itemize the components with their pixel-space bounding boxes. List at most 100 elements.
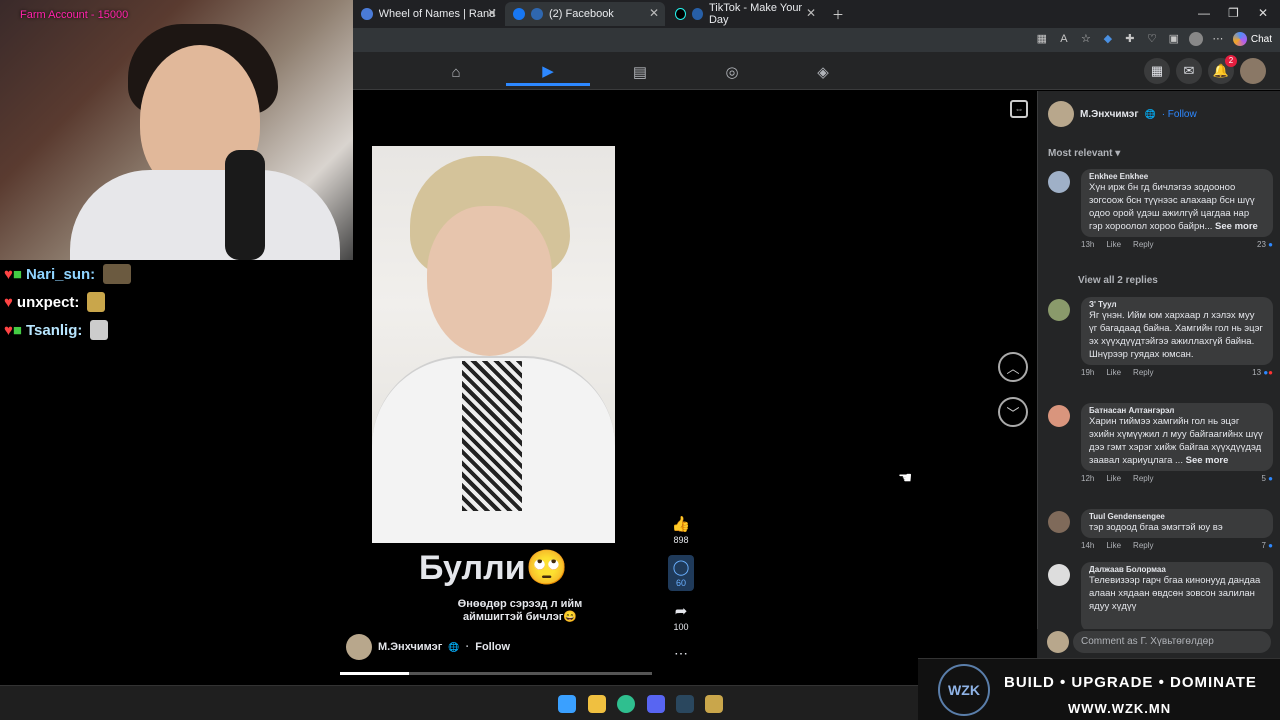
tab-tiktok[interactable]: TikTok - Make Your Day ✕ bbox=[667, 2, 822, 26]
like-reaction-icon: ● bbox=[1268, 240, 1273, 249]
steam-icon[interactable] bbox=[676, 695, 694, 713]
sub-badge-icon: ■ bbox=[12, 265, 22, 283]
commenter-name[interactable]: Tuul Gendensengee bbox=[1089, 512, 1265, 521]
reel-video[interactable] bbox=[372, 146, 615, 543]
author-avatar[interactable] bbox=[346, 634, 372, 660]
favorites-icon[interactable]: ♡ bbox=[1145, 32, 1159, 46]
sort-dropdown[interactable]: Most relevant ▾ bbox=[1048, 148, 1120, 159]
notification-badge: 2 bbox=[1225, 55, 1237, 67]
reaction-count: 23 ● bbox=[1257, 240, 1273, 249]
panel-author-name[interactable]: М.Энхчимэг bbox=[1080, 109, 1138, 120]
home-icon[interactable]: ⌂ bbox=[414, 58, 498, 86]
maximize-icon[interactable]: ❐ bbox=[1228, 6, 1239, 20]
comment-text: тэр зодоод бгаа эмэгтэй юу вэ bbox=[1089, 522, 1223, 533]
notifications-icon[interactable]: 🔔 2 bbox=[1208, 55, 1237, 84]
app-icon[interactable] bbox=[705, 695, 723, 713]
chat-username: unxpect: bbox=[16, 293, 80, 311]
like-reaction-icon: ● bbox=[1268, 474, 1273, 483]
commenter-avatar[interactable] bbox=[1048, 511, 1070, 533]
commenter-name[interactable]: Enkhee Enkhee bbox=[1089, 172, 1265, 181]
thumbs-up-icon: 👍 bbox=[671, 516, 691, 533]
close-icon[interactable]: ✕ bbox=[649, 6, 659, 20]
more-icon[interactable]: ⋯ bbox=[1211, 32, 1225, 46]
see-more-link[interactable]: See more bbox=[1186, 455, 1229, 466]
like-link[interactable]: Like bbox=[1106, 368, 1121, 377]
webcam-tab-title: Farm Account - 15000 bbox=[20, 9, 129, 21]
menu-grid-icon[interactable]: ▦ bbox=[1144, 58, 1170, 84]
panel-follow-button[interactable]: · Follow bbox=[1162, 109, 1197, 120]
comments-panel: М.Энхчимэг 🌐 · Follow Most relevant ▾ En… bbox=[1037, 91, 1280, 658]
heart-badge-icon: ♥ bbox=[4, 321, 13, 339]
copilot-chat-button[interactable]: Chat bbox=[1232, 32, 1272, 46]
more-options-icon[interactable]: ⋯ bbox=[668, 645, 694, 662]
comment-bubble: Далжаав Болормаа Телевизээр гарч бгаа ки… bbox=[1081, 562, 1273, 632]
commenter-name[interactable]: З' Туул bbox=[1089, 300, 1265, 309]
see-more-link[interactable]: See more bbox=[1215, 221, 1258, 232]
discord-icon[interactable] bbox=[647, 695, 665, 713]
commenter-name[interactable]: Батнасан Алтангэрэл bbox=[1089, 406, 1265, 415]
comment-input[interactable]: Comment as Г. Хүвьтөгөлдөр bbox=[1073, 631, 1271, 653]
reply-link[interactable]: Reply bbox=[1133, 240, 1153, 249]
new-tab-icon[interactable]: ＋ bbox=[832, 6, 844, 23]
comment: Tuul Gendensengee тэр зодоод бгаа эмэгтэ… bbox=[1048, 509, 1273, 550]
like-link[interactable]: Like bbox=[1106, 474, 1121, 483]
messenger-icon[interactable]: ✉ bbox=[1176, 58, 1202, 84]
profile-icon[interactable] bbox=[1188, 32, 1203, 46]
like-button[interactable]: 👍 898 bbox=[668, 515, 694, 545]
facebook-navbar: ⌂ ▶ ▤ ◎ ◈ ▦ ✉ 🔔 2 bbox=[353, 52, 1280, 90]
view-replies-link[interactable]: View all 2 replies bbox=[1078, 275, 1158, 286]
close-window-icon[interactable]: ✕ bbox=[1258, 6, 1268, 20]
comment-meta: 12h Like Reply 5 ● bbox=[1081, 474, 1273, 483]
facebook-icon bbox=[513, 8, 525, 20]
gaming-icon[interactable]: ◈ bbox=[781, 58, 865, 86]
account-avatar[interactable] bbox=[1240, 58, 1266, 84]
reply-link[interactable]: Reply bbox=[1133, 541, 1153, 550]
groups-icon[interactable]: ◎ bbox=[690, 58, 774, 86]
author-name[interactable]: М.Энхчимэг bbox=[378, 641, 442, 653]
previous-reel-button[interactable]: ︿ bbox=[998, 352, 1028, 382]
comment-button[interactable]: ◯ 60 bbox=[668, 555, 694, 591]
collections-icon[interactable]: ▣ bbox=[1167, 32, 1181, 46]
like-link[interactable]: Like bbox=[1106, 240, 1121, 249]
reel-caption: Булли🙄 bbox=[419, 549, 568, 587]
commenter-avatar[interactable] bbox=[1048, 171, 1070, 193]
extension-icon[interactable]: ◆ bbox=[1101, 32, 1115, 46]
tab-facebook[interactable]: (2) Facebook ✕ bbox=[505, 2, 665, 26]
commenter-avatar[interactable] bbox=[1048, 564, 1070, 586]
edge-icon[interactable] bbox=[617, 695, 635, 713]
video-icon[interactable]: ▶ bbox=[506, 58, 590, 86]
puzzle-icon[interactable]: ✚ bbox=[1123, 32, 1137, 46]
video-progress-bar[interactable] bbox=[340, 672, 652, 675]
share-button[interactable]: ➦ 100 bbox=[668, 602, 694, 632]
expand-panel-icon[interactable]: ⇔ bbox=[1010, 100, 1028, 118]
like-link[interactable]: Like bbox=[1106, 541, 1121, 550]
close-icon[interactable]: ✕ bbox=[806, 6, 816, 20]
start-icon[interactable] bbox=[558, 695, 576, 713]
grid-view-icon[interactable]: ▦ bbox=[1035, 32, 1049, 46]
comment: Далжаав Болормаа Телевизээр гарч бгаа ки… bbox=[1048, 562, 1273, 632]
tab-title: TikTok - Make Your Day bbox=[708, 2, 803, 26]
author-avatar[interactable] bbox=[1048, 101, 1074, 127]
comment-time: 19h bbox=[1081, 368, 1095, 377]
sponsor-banner: WZK BUILD • UPGRADE • DOMINATE WWW.WZK.M… bbox=[918, 658, 1280, 720]
follow-button[interactable]: Follow bbox=[475, 641, 510, 653]
globe-icon: 🌐 bbox=[448, 641, 460, 652]
file-explorer-icon[interactable] bbox=[588, 695, 606, 713]
marketplace-icon[interactable]: ▤ bbox=[598, 58, 682, 86]
commenter-avatar[interactable] bbox=[1048, 405, 1070, 427]
minimize-icon[interactable]: — bbox=[1198, 6, 1210, 20]
close-icon[interactable]: ✕ bbox=[487, 6, 497, 20]
tab-title: Wheel of Names | Random name g bbox=[378, 8, 495, 20]
comment-bubble: Батнасан Алтангэрэл Харин тиймээ хамгийн… bbox=[1081, 403, 1273, 471]
read-aloud-icon[interactable]: A bbox=[1057, 32, 1071, 46]
favorite-star-icon[interactable]: ☆ bbox=[1079, 32, 1093, 46]
reaction-count: 5 ● bbox=[1261, 474, 1273, 483]
tab-wheel-of-names[interactable]: Wheel of Names | Random name g ✕ bbox=[353, 2, 503, 26]
reply-link[interactable]: Reply bbox=[1133, 474, 1153, 483]
webcam-overlay: Farm Account - 15000 bbox=[0, 0, 353, 260]
next-reel-button[interactable]: ﹀ bbox=[998, 397, 1028, 427]
comment-bubble: Enkhee Enkhee Хүн ирж бн гд бичлэгээ зод… bbox=[1081, 169, 1273, 237]
commenter-avatar[interactable] bbox=[1048, 299, 1070, 321]
commenter-name[interactable]: Далжаав Болормаа bbox=[1089, 565, 1265, 574]
reply-link[interactable]: Reply bbox=[1133, 368, 1153, 377]
